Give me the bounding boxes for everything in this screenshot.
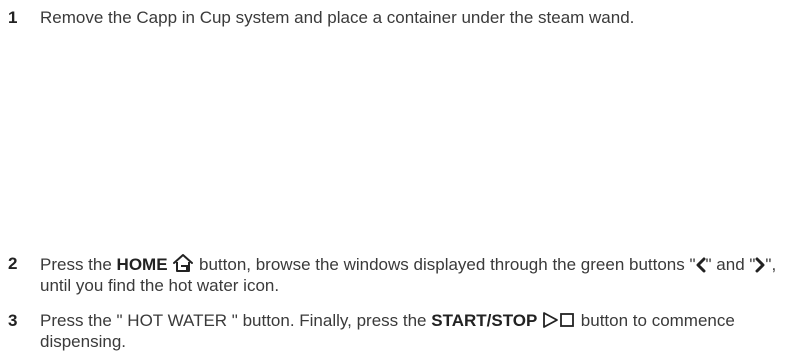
step-2-text-mid: button, browse the windows displayed thr… [194,255,696,274]
step-2: 2 Press the HOME button, browse the wind… [8,253,780,296]
start-stop-label: START/STOP [431,311,538,330]
step-1-text: Remove the Capp in Cup system and place … [40,8,635,27]
step-number: 2 [8,254,18,273]
start-stop-icon [542,311,576,329]
step-text: Press the HOME button, browse the window… [40,253,780,296]
step-3-text-before: Press the " HOT WATER " button. Finally,… [40,311,432,330]
step-text: Remove the Capp in Cup system and place … [40,7,780,28]
home-label: HOME [116,255,168,274]
step-2-text-mid2: " and " [705,255,756,274]
step-number: 3 [8,311,18,330]
chevron-right-icon [755,257,765,273]
home-icon [172,253,194,273]
step-1: 1 Remove the Capp in Cup system and plac… [8,7,780,28]
step-2-text-before: Press the [40,255,117,274]
step-number: 1 [8,8,18,27]
step-3: 3 Press the " HOT WATER " button. Finall… [8,310,780,352]
chevron-left-icon [696,257,706,273]
step-text: Press the " HOT WATER " button. Finally,… [40,310,780,352]
